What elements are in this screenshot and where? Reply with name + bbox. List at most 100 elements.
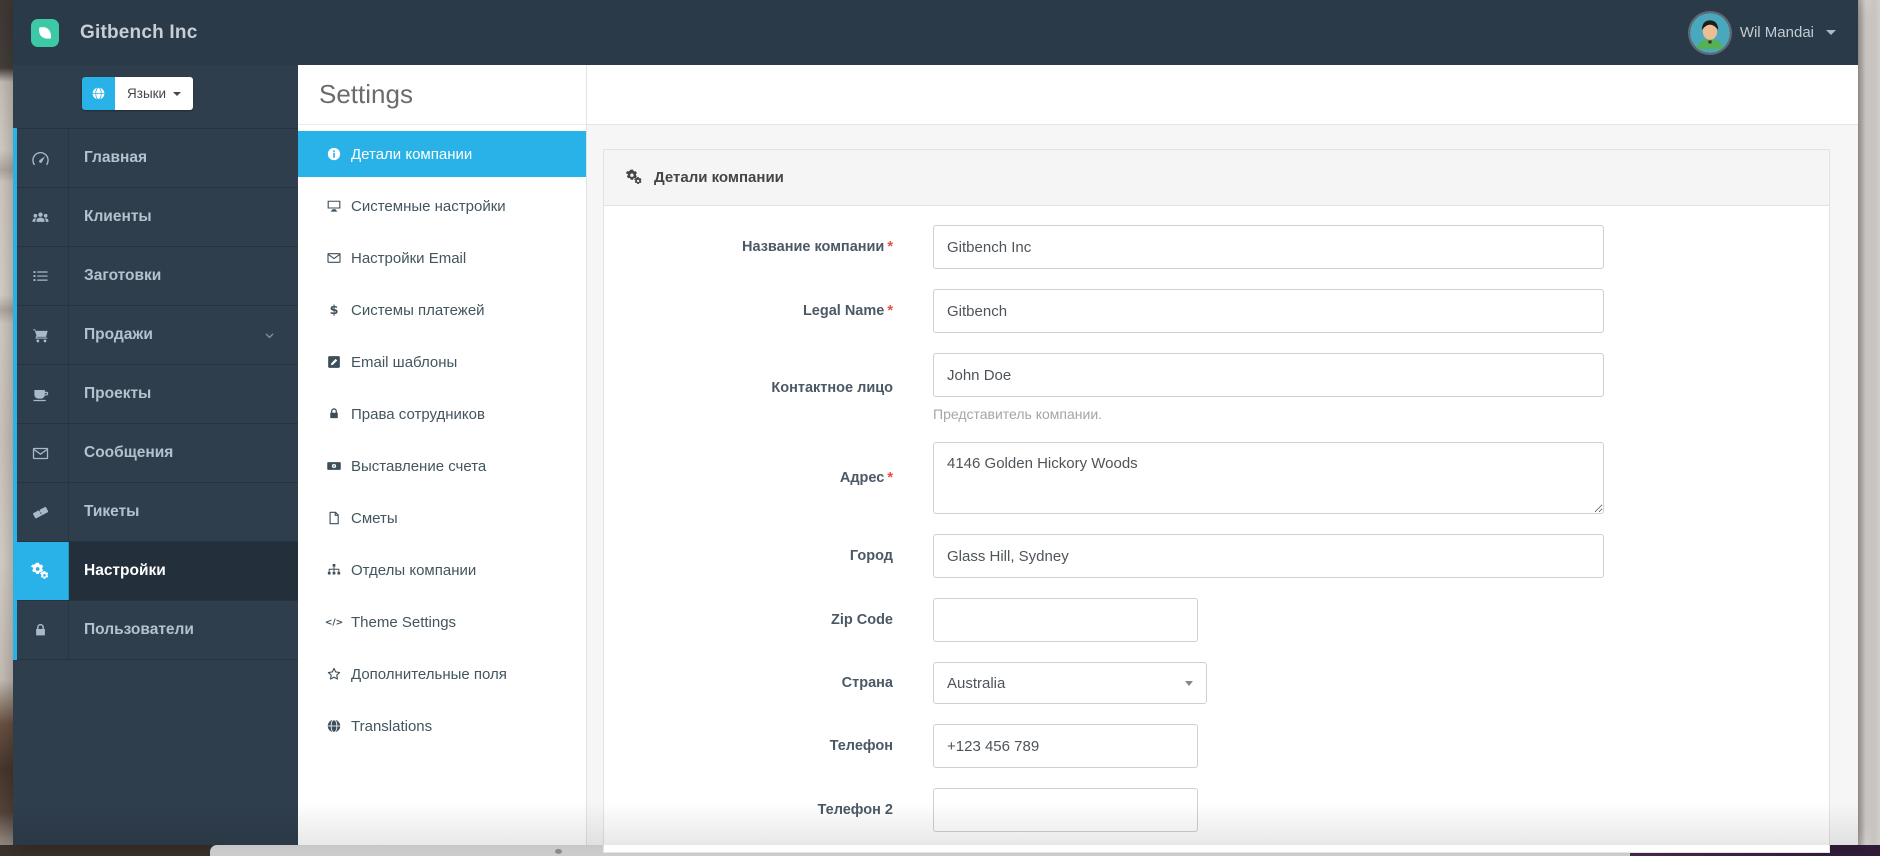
form-row-address: Адрес *: [604, 442, 1829, 514]
settings-menu-item-payment-systems[interactable]: $ Системы платежей: [298, 287, 586, 333]
cogs-icon: [625, 168, 644, 187]
pencil-square-icon: [324, 352, 344, 372]
settings-menu-item-system-settings[interactable]: Системные настройки: [298, 183, 586, 229]
star-icon: [324, 664, 344, 684]
country-label: Страна: [841, 675, 893, 691]
settings-menu-item-label: Отделы компании: [351, 561, 477, 579]
address-textarea[interactable]: [933, 442, 1604, 514]
sidebar-item-label: Сообщения: [84, 444, 174, 461]
form-row-zip-code: Zip Code: [604, 598, 1829, 642]
form-row-country: Страна Australia: [604, 662, 1829, 704]
sidebar-item-projects[interactable]: Проекты: [13, 365, 298, 424]
sidebar-item-label: Клиенты: [84, 208, 152, 225]
users-icon: [13, 188, 69, 246]
sidebar-item-dashboard[interactable]: Главная: [13, 128, 298, 188]
form-row-phone: Телефон: [604, 724, 1829, 768]
settings-submenu-panel: Settings Детали компании Системные настро…: [298, 65, 587, 845]
lock-icon: [13, 601, 69, 659]
settings-menu-item-company-details[interactable]: Детали компании: [298, 131, 586, 177]
sidebar-item-label: Настройки: [84, 562, 166, 579]
phone2-control: [933, 788, 1198, 832]
sidebar-item-users[interactable]: Пользователи: [13, 601, 298, 660]
settings-menu-item-label: Theme Settings: [351, 613, 457, 631]
required-marker: *: [887, 470, 893, 486]
address-label: Адрес *: [839, 470, 893, 486]
required-marker: *: [887, 303, 893, 319]
user-name: Wil Mandai: [1739, 24, 1814, 41]
brand-logo-icon[interactable]: [31, 18, 59, 47]
settings-menu-item-custom-fields[interactable]: Дополнительные поля: [298, 651, 586, 697]
form-row-legal-name: Legal Name *: [604, 289, 1829, 333]
phone2-input[interactable]: [933, 788, 1198, 832]
sidebar-item-tickets[interactable]: Тикеты: [13, 483, 298, 542]
country-select[interactable]: Australia: [933, 662, 1207, 704]
legal-name-input[interactable]: [933, 289, 1604, 333]
desktop-icon: [324, 196, 344, 216]
company-name-input[interactable]: [933, 225, 1604, 269]
dollar-icon: $: [324, 300, 344, 320]
contact-person-control: Представитель компании.: [933, 353, 1604, 422]
sidebar-item-label: Пользователи: [84, 621, 194, 638]
settings-menu-item-company-departments[interactable]: Отделы компании: [298, 547, 586, 593]
settings-menu-item-label: Системные настройки: [351, 197, 506, 215]
language-dropdown-button[interactable]: Языки: [82, 77, 194, 110]
country-selected-value: Australia: [947, 674, 1006, 692]
lock-icon: [324, 404, 344, 424]
city-label: Город: [849, 548, 893, 564]
phone-label: Телефон: [829, 738, 893, 754]
settings-menu-item-staff-permissions[interactable]: Права сотрудников: [298, 391, 586, 437]
language-button-label: Языки: [127, 86, 167, 101]
settings-menu-item-estimates[interactable]: Сметы: [298, 495, 586, 541]
sidebar: Языки Главная Клиенты Заготовки Продажи Прое…: [13, 65, 298, 845]
sidebar-item-label: Заготовки: [84, 267, 162, 284]
sidebar-item-templates[interactable]: Заготовки: [13, 247, 298, 306]
form-row-company-name: Название компании *: [604, 225, 1829, 269]
settings-submenu-header: Settings: [298, 65, 586, 125]
sidebar-item-clients[interactable]: Клиенты: [13, 188, 298, 247]
user-menu[interactable]: Wil Mandai: [1689, 12, 1836, 53]
company-name-label: Название компании *: [742, 239, 893, 255]
company-details-card: Детали компании Название компании* Legal …: [603, 149, 1830, 853]
zip-code-input[interactable]: [933, 598, 1198, 642]
sidebar-item-sales[interactable]: Продажи: [13, 306, 298, 365]
file-icon: [324, 508, 344, 528]
card-title: Детали компании: [654, 169, 784, 186]
sidebar-menu: Главная Клиенты Заготовки Продажи Проекты Соо…: [13, 128, 298, 660]
language-caret-down-icon: [173, 91, 182, 96]
sidebar-item-label: Главная: [84, 149, 148, 166]
settings-menu-item-label: Настройки Email: [351, 249, 467, 267]
main-top-band: [586, 65, 1858, 125]
sidebar-item-messages[interactable]: Сообщения: [13, 424, 298, 483]
company-name-control: [933, 225, 1604, 269]
settings-menu-item-email-settings[interactable]: Настройки Email: [298, 235, 586, 281]
desktop-wallpaper-right: [1858, 0, 1880, 856]
contact-person-label: Контактное лицо: [771, 379, 893, 396]
desktop-wallpaper-left: [0, 0, 13, 856]
cogs-icon: [13, 542, 69, 600]
city-input[interactable]: [933, 534, 1604, 578]
form-row-city: Город: [604, 534, 1829, 578]
phone2-label: Телефон 2: [817, 802, 894, 818]
cart-icon: [13, 306, 69, 364]
sidebar-item-label: Продажи: [84, 326, 153, 343]
phone-input[interactable]: [933, 724, 1198, 768]
globe-icon: [324, 716, 344, 736]
address-control: [933, 442, 1604, 514]
select-caret-down-icon: [1185, 680, 1193, 686]
settings-menu-item-label: Системы платежей: [351, 301, 485, 319]
contact-person-help-text: Представитель компании.: [933, 406, 1103, 422]
phone-control: [933, 724, 1198, 768]
globe-icon: [82, 77, 115, 110]
sidebar-item-label: Проекты: [84, 385, 152, 402]
settings-menu-item-email-templates[interactable]: Email шаблоны: [298, 339, 586, 385]
settings-menu-item-invoicing[interactable]: Выставление счета: [298, 443, 586, 489]
settings-menu-item-translations[interactable]: Translations: [298, 703, 586, 749]
form-row-contact-person: Контактное лицо Представитель компании.: [604, 353, 1829, 422]
settings-menu-item-theme-settings[interactable]: </> Theme Settings: [298, 599, 586, 645]
app-window: Gitbench Inc Wil Mandai Языки Главная Кл…: [13, 0, 1858, 853]
ticket-icon: [13, 483, 69, 541]
contact-person-input[interactable]: [933, 353, 1604, 397]
coffee-icon: [13, 365, 69, 423]
sidebar-item-settings[interactable]: Настройки: [13, 542, 298, 601]
settings-menu-item-label: Права сотрудников: [351, 405, 485, 423]
